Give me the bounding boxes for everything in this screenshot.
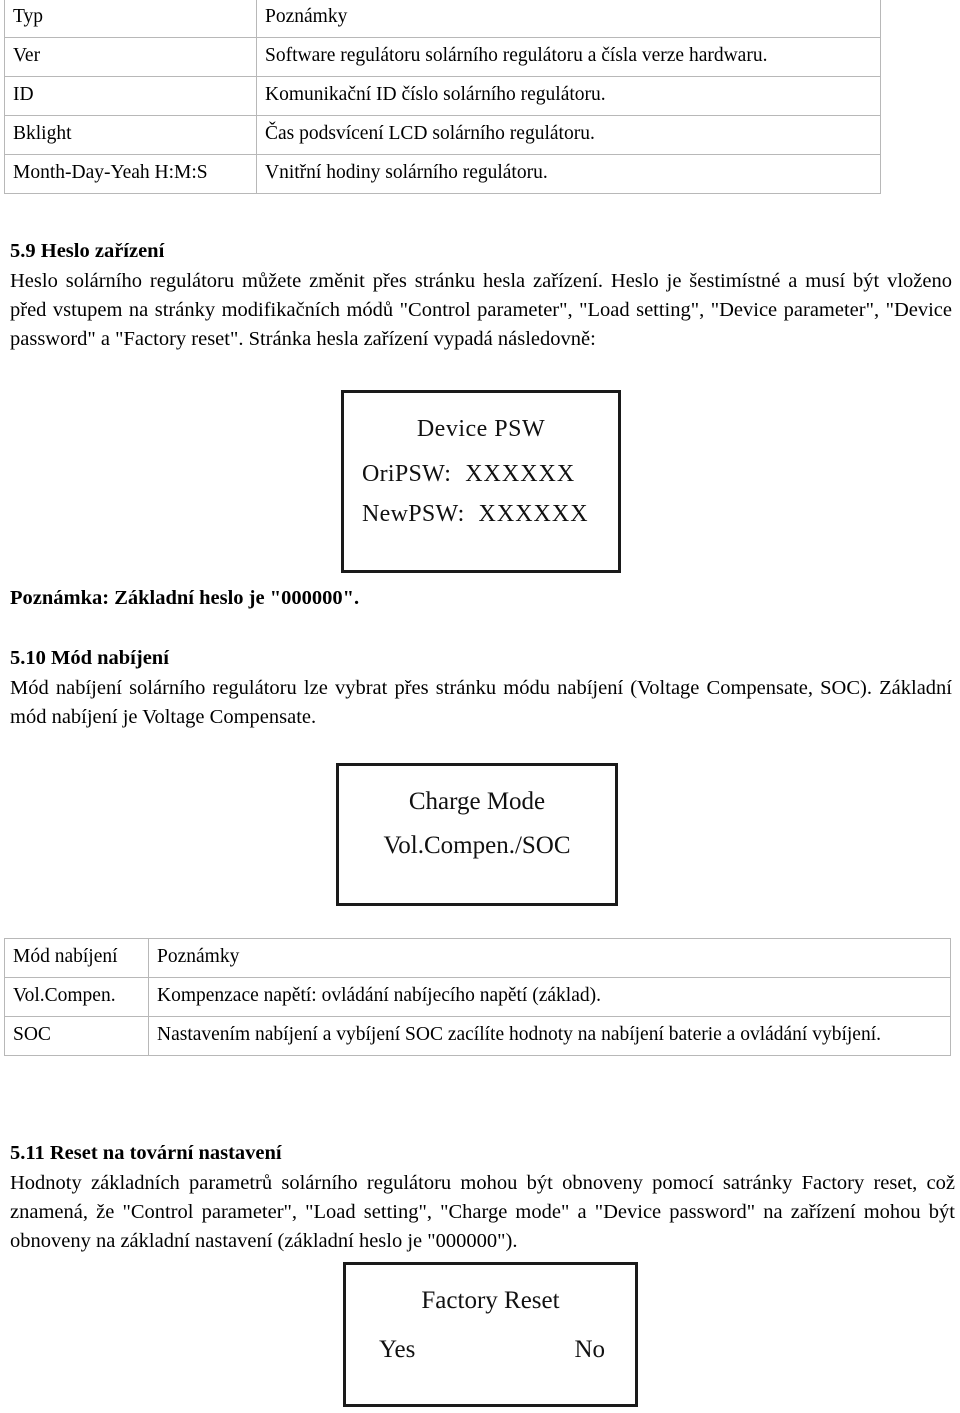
table-cell-note: Komunikační ID číslo solárního regulátor… — [256, 75, 881, 116]
lcd-row-original-password: OriPSW: XXXXXX — [362, 461, 575, 488]
lcd-value-oripsw: XXXXXX — [465, 461, 576, 487]
table-cell-type: Month-Day-Yeah H:M:S — [4, 153, 257, 194]
lcd-screenshot-charge-mode: Charge Mode Vol.Compen./SOC — [336, 763, 618, 906]
table-row: Ver Software regulátoru solárního regulá… — [4, 36, 881, 77]
lcd-title-device-psw: Device PSW — [416, 416, 546, 442]
table-row: SOC Nastavením nabíjení a vybíjení SOC z… — [4, 1015, 951, 1056]
section-5-10-body: Mód nabíjení solárního regulátoru lze vy… — [10, 676, 952, 728]
lcd-option-no: No — [574, 1336, 605, 1363]
lcd-screenshot-device-psw: Device PSW OriPSW: XXXXXX NewPSW: XXXXXX — [341, 390, 621, 573]
section-5-11-body: Hodnoty základních parametrů solárního r… — [10, 1171, 955, 1252]
section-5-10: 5.10 Mód nabíjení Mód nabíjení solárního… — [10, 645, 952, 732]
table-header-typ: Typ — [4, 0, 257, 38]
table-cell-mode: Vol.Compen. — [4, 976, 149, 1017]
table-header-poznamky: Poznámky — [256, 0, 881, 38]
table-cell-mode: SOC — [4, 1015, 149, 1056]
table-header-poznamky: Poznámky — [148, 938, 951, 978]
table-row: Month-Day-Yeah H:M:S Vnitřní hodiny solá… — [4, 153, 881, 194]
section-5-11-heading: 5.11 Reset na tovární nastavení — [10, 1142, 282, 1164]
table-header-mod-nabijeni: Mód nabíjení — [4, 938, 149, 978]
section-5-9-body: Heslo solárního regulátoru můžete změnit… — [10, 269, 952, 350]
note-default-password-text: Poznámka: Základní heslo je "000000". — [10, 587, 360, 609]
table-cell-note: Nastavením nabíjení a vybíjení SOC zacíl… — [148, 1015, 951, 1056]
table-cell-note: Software regulátoru solárního regulátoru… — [256, 36, 881, 77]
lcd-title-charge-mode: Charge Mode — [408, 788, 546, 815]
section-5-9: 5.9 Heslo zařízení Heslo solárního regul… — [10, 238, 952, 354]
table-cell-type: ID — [4, 75, 257, 116]
table-cell-type: Bklight — [4, 114, 257, 155]
lcd-row-new-password: NewPSW: XXXXXX — [362, 501, 589, 528]
table-row: ID Komunikační ID číslo solárního regulá… — [4, 75, 881, 116]
note-default-password: Poznámka: Základní heslo je "000000". — [10, 584, 510, 613]
section-5-11: 5.11 Reset na tovární nastavení Hodnoty … — [10, 1140, 955, 1256]
section-5-9-heading: 5.9 Heslo zařízení — [10, 240, 165, 262]
lcd-title-factory-reset: Factory Reset — [421, 1287, 560, 1314]
table-row: Bklight Čas podsvícení LCD solárního reg… — [4, 114, 881, 155]
table-cell-type: Ver — [4, 36, 257, 77]
table-row: Vol.Compen. Kompenzace napětí: ovládání … — [4, 976, 951, 1017]
table-row: Mód nabíjení Poznámky — [4, 938, 951, 978]
section-5-10-heading: 5.10 Mód nabíjení — [10, 647, 169, 669]
table-cell-note: Kompenzace napětí: ovládání nabíjecího n… — [148, 976, 951, 1017]
lcd-label-newpsw: NewPSW: — [362, 501, 465, 527]
table-cell-note: Čas podsvícení LCD solárního regulátoru. — [256, 114, 881, 155]
lcd-value-newpsw: XXXXXX — [478, 501, 589, 527]
lcd-option-yes: Yes — [379, 1336, 416, 1363]
charge-mode-table: Mód nabíjení Poznámky Vol.Compen. Kompen… — [4, 938, 951, 1056]
lcd-value-charge-mode: Vol.Compen./SOC — [383, 832, 571, 859]
table-cell-note: Vnitřní hodiny solárního regulátoru. — [256, 153, 881, 194]
lcd-screenshot-factory-reset: Factory Reset Yes No — [343, 1262, 638, 1407]
lcd-label-oripsw: OriPSW: — [362, 461, 452, 487]
typ-poznamky-table: Typ Poznámky Ver Software regulátoru sol… — [4, 0, 881, 194]
table-row: Typ Poznámky — [4, 0, 881, 38]
